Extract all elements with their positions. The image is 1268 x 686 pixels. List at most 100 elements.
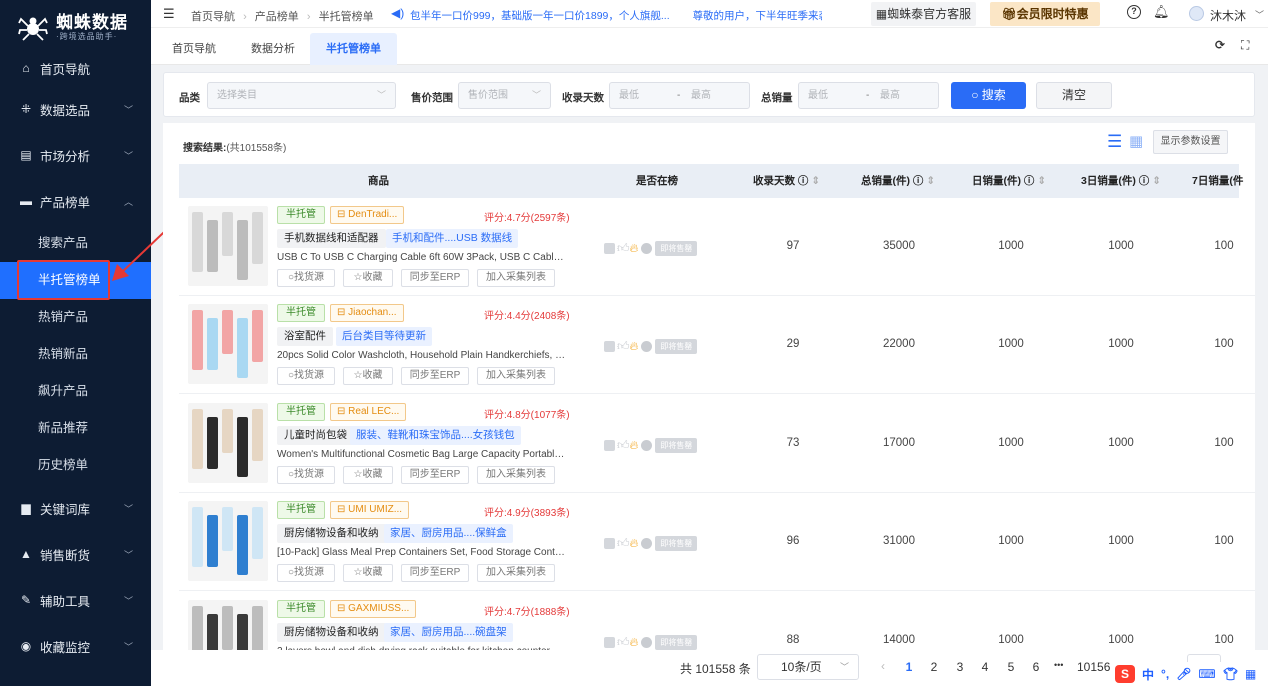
username[interactable]: 沐木沐: [1210, 7, 1246, 24]
price-range-select[interactable]: 售价范围 ﹀: [458, 82, 551, 109]
search-button[interactable]: ○ 搜索: [951, 82, 1026, 109]
avatar[interactable]: [1189, 6, 1204, 21]
fullscreen-icon[interactable]: ⛶: [1241, 38, 1249, 53]
category-path[interactable]: 家居、厨房用品....保鲜盒: [384, 524, 513, 543]
row-action-sync-erp[interactable]: 同步至ERP: [401, 269, 469, 287]
col-days[interactable]: 收录天数 ⓘ ⇕: [753, 164, 820, 198]
bell-icon[interactable]: 🔔︎: [1153, 4, 1170, 20]
page-number[interactable]: 1: [901, 660, 917, 674]
sidebar-item-stockout[interactable]: ▲ 销售断货 ﹀: [0, 534, 151, 574]
col-daily-sales[interactable]: 日销量(件) ⓘ ⇕: [972, 164, 1046, 198]
days-min-placeholder[interactable]: 最低: [619, 90, 639, 101]
help-icon[interactable]: ?: [1127, 5, 1141, 19]
page-number[interactable]: 2: [926, 660, 942, 674]
category-primary[interactable]: 厨房储物设备和收纳: [277, 623, 386, 642]
shop-tag[interactable]: ⊟ UMI UMIZ...: [330, 501, 410, 519]
product-thumbnail[interactable]: [188, 304, 268, 384]
microphone-icon[interactable]: 🎤︎: [1176, 667, 1191, 681]
sort-icon[interactable]: ⇕: [1037, 175, 1046, 187]
category-path[interactable]: 家居、厨房用品....碗盘架: [384, 623, 513, 642]
row-action-find-source[interactable]: ○找货源: [277, 466, 335, 484]
days-range-input[interactable]: 最低 - 最高: [609, 82, 750, 109]
refresh-icon[interactable]: ⟳: [1215, 38, 1225, 52]
sidebar-item-tools[interactable]: ✎ 辅助工具 ﹀: [0, 580, 151, 620]
shop-tag[interactable]: ⊟ Real LEC...: [330, 403, 407, 421]
category-primary[interactable]: 儿童时尚包袋: [277, 426, 354, 445]
product-title[interactable]: [10-Pack] Glass Meal Prep Containers Set…: [277, 547, 569, 558]
page-number[interactable]: 3: [952, 660, 968, 674]
grid-icon[interactable]: ▦: [1245, 667, 1256, 681]
sidebar-item-home[interactable]: ⌂ 首页导航: [0, 48, 151, 88]
product-title[interactable]: 20pcs Solid Color Washcloth, Household P…: [277, 350, 569, 361]
tab-home[interactable]: 首页导航: [156, 33, 232, 65]
row-action-favorite[interactable]: ☆收藏: [343, 367, 393, 385]
keyboard-icon[interactable]: ⌨: [1198, 667, 1215, 681]
shop-tag[interactable]: ⊟ DenTradi...: [330, 206, 405, 224]
clear-button[interactable]: 清空: [1036, 82, 1112, 109]
shop-tag[interactable]: ⊟ Jiaochan...: [330, 304, 404, 322]
table-row[interactable]: 半托管 ⊟ Real LEC... 评分:4.8分(1077条) 儿童时尚包袋 …: [179, 395, 1255, 493]
product-title[interactable]: Women's Multifunctional Cosmetic Bag Lar…: [277, 449, 569, 460]
sales-range-input[interactable]: 最低 - 最高: [798, 82, 939, 109]
row-action-add-collect[interactable]: 加入采集列表: [477, 367, 555, 385]
page-number[interactable]: 4: [977, 660, 993, 674]
category-primary[interactable]: 手机数据线和适配器: [277, 229, 386, 248]
ime-punct-icon[interactable]: °,: [1161, 667, 1169, 681]
table-row[interactable]: 半托管 ⊟ DenTradi... 评分:4.7分(2597条) 手机数据线和适…: [179, 198, 1255, 296]
sort-icon[interactable]: ⇕: [811, 175, 820, 187]
table-row[interactable]: 半托管 ⊟ Jiaochan... 评分:4.4分(2408条) 浴室配件 后台…: [179, 296, 1255, 394]
col-total-sales[interactable]: 总销量(件) ⓘ ⇕: [861, 164, 935, 198]
notice-marquee[interactable]: 包半年一口价999，基础版一年一口价1899，个人旗舰... 尊敬的用户，下半年…: [410, 8, 822, 23]
row-action-add-collect[interactable]: 加入采集列表: [477, 564, 555, 582]
row-action-sync-erp[interactable]: 同步至ERP: [401, 367, 469, 385]
list-view-icon[interactable]: ☰: [1107, 132, 1122, 152]
sidebar-sub-history[interactable]: 历史榜单: [0, 447, 151, 484]
product-thumbnail[interactable]: [188, 501, 268, 581]
chevron-down-icon[interactable]: ﹀: [1255, 8, 1264, 21]
row-action-sync-erp[interactable]: 同步至ERP: [401, 564, 469, 582]
page-number[interactable]: 6: [1028, 660, 1044, 674]
days-max-placeholder[interactable]: 最高: [691, 83, 711, 108]
col-7day-sales[interactable]: 7日销量(件: [1192, 164, 1243, 198]
ime-chinese-icon[interactable]: 中: [1142, 666, 1154, 683]
row-action-favorite[interactable]: ☆收藏: [343, 269, 393, 287]
sidebar-item-monitor[interactable]: ◉ 收藏监控 ﹀: [0, 626, 151, 666]
sort-icon[interactable]: ⇕: [926, 175, 935, 187]
category-path[interactable]: 手机和配件....USB 数据线: [386, 229, 519, 248]
row-action-sync-erp[interactable]: 同步至ERP: [401, 466, 469, 484]
row-action-add-collect[interactable]: 加入采集列表: [477, 269, 555, 287]
sidebar-sub-hot-new[interactable]: 热销新品: [0, 336, 151, 373]
sidebar-item-data-select[interactable]: ⁜ 数据选品 ﹀: [0, 89, 151, 129]
tab-data-analysis[interactable]: 数据分析: [235, 33, 311, 65]
sales-min-placeholder[interactable]: 最低: [808, 90, 828, 101]
page-number-last[interactable]: 10156: [1077, 660, 1110, 674]
category-primary[interactable]: 厨房储物设备和收纳: [277, 524, 386, 543]
customer-service-button[interactable]: ▦蜘蛛泰官方客服: [871, 2, 976, 26]
sort-icon[interactable]: ⇕: [1152, 175, 1161, 187]
breadcrumb-item[interactable]: 首页导航: [191, 11, 235, 23]
page-size-select[interactable]: 10条/页 ﹀: [757, 654, 859, 680]
row-action-add-collect[interactable]: 加入采集列表: [477, 466, 555, 484]
row-action-find-source[interactable]: ○找货源: [277, 367, 335, 385]
category-primary[interactable]: 浴室配件: [277, 327, 333, 346]
row-action-favorite[interactable]: ☆收藏: [343, 466, 393, 484]
display-settings-button[interactable]: 显示参数设置: [1153, 130, 1228, 154]
brand-logo[interactable]: 蜘蛛数据 ·跨境选品助手·: [0, 0, 151, 55]
prev-page-icon[interactable]: ‹: [881, 659, 885, 673]
vip-offer-button[interactable]: 🎁︎会员限时特惠: [990, 2, 1100, 26]
category-path[interactable]: 服装、鞋靴和珠宝饰品....女孩钱包: [350, 426, 521, 445]
product-thumbnail[interactable]: [188, 206, 268, 286]
page-number[interactable]: 5: [1003, 660, 1019, 674]
breadcrumb-item[interactable]: 产品榜单: [255, 11, 299, 23]
product-thumbnail[interactable]: [188, 403, 268, 483]
sidebar-sub-rising[interactable]: 飙升产品: [0, 373, 151, 410]
shop-tag[interactable]: ⊟ GAXMIUSS...: [330, 600, 417, 618]
product-title[interactable]: USB C To USB C Charging Cable 6ft 60W 3P…: [277, 252, 569, 263]
sidebar-item-keywords[interactable]: ▆ 关键词库 ﹀: [0, 488, 151, 528]
sales-max-placeholder[interactable]: 最高: [880, 83, 900, 108]
grid-view-icon[interactable]: ▦: [1129, 132, 1143, 150]
row-action-favorite[interactable]: ☆收藏: [343, 564, 393, 582]
col-3day-sales[interactable]: 3日销量(件) ⓘ ⇕: [1081, 164, 1161, 198]
category-select[interactable]: 选择类目 ﹀: [207, 82, 396, 109]
more-pages-icon[interactable]: •••: [1054, 660, 1063, 670]
